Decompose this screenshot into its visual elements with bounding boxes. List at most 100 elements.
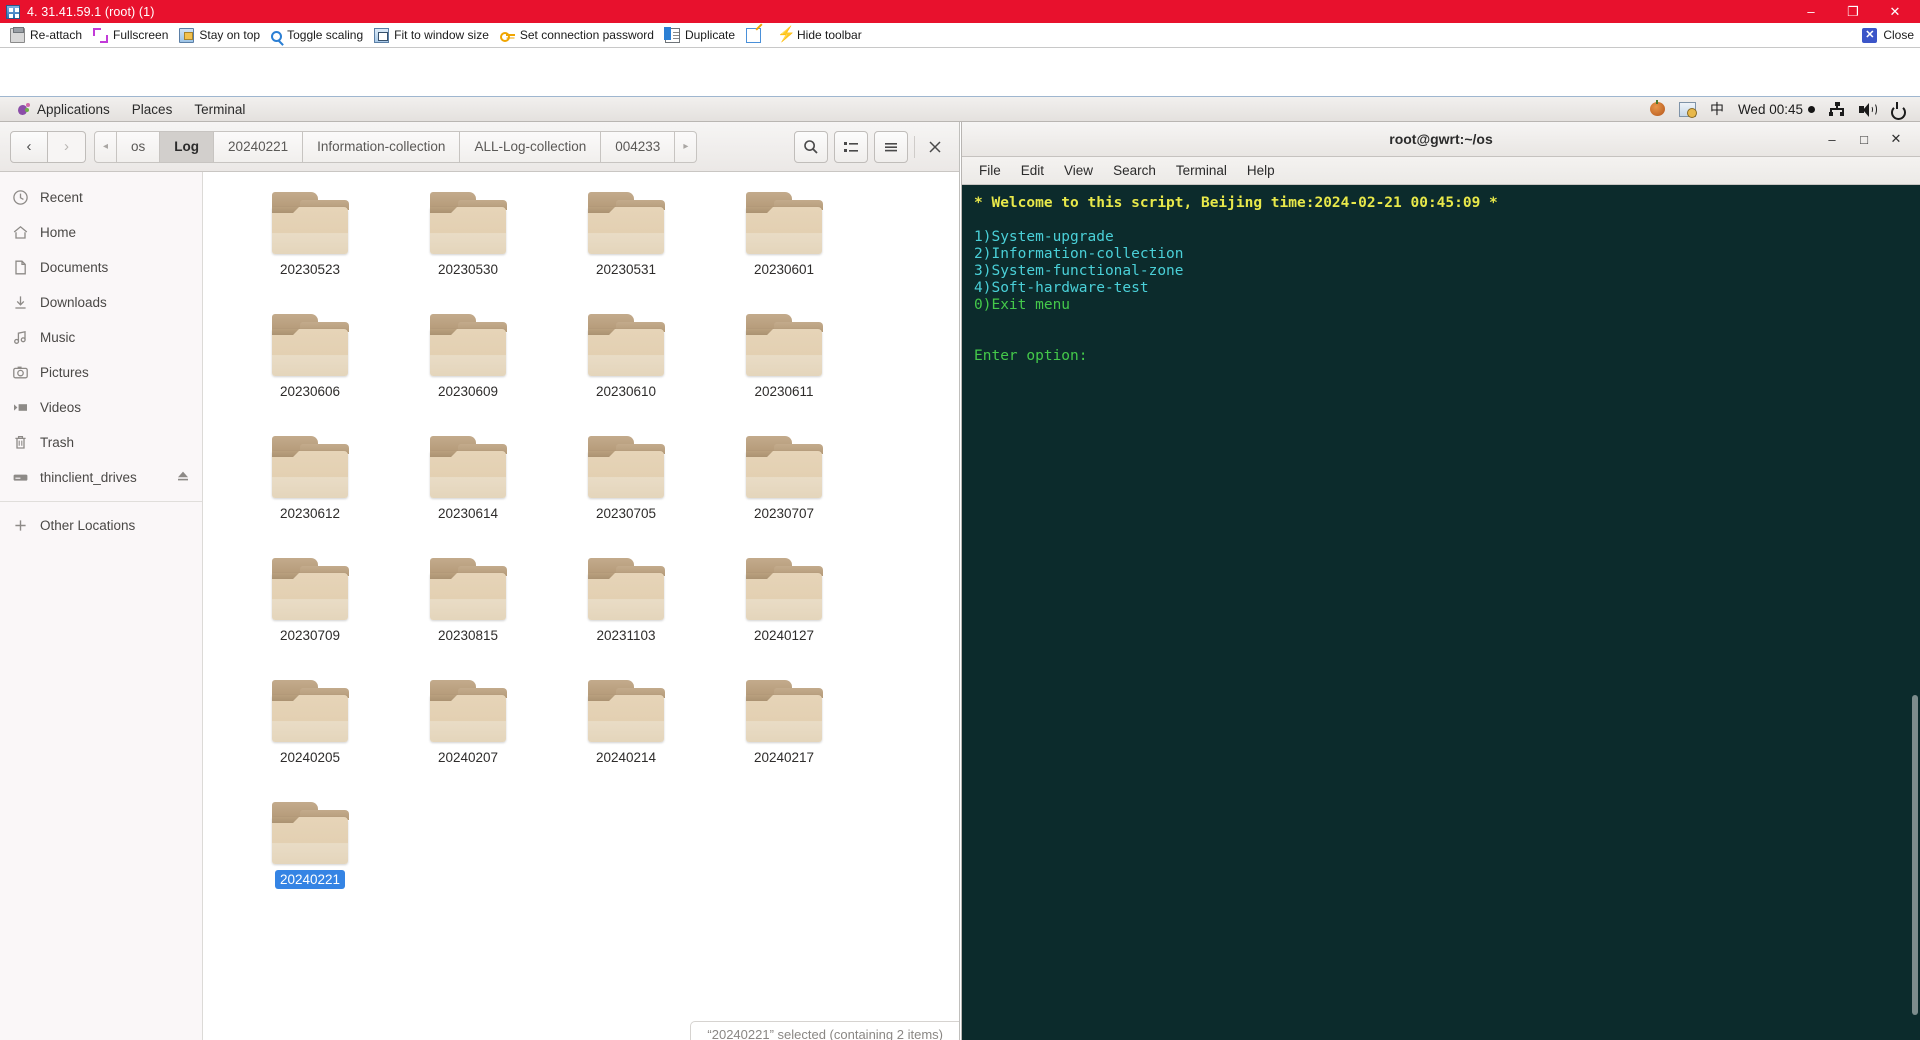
terminal-menu[interactable]: Terminal <box>183 97 256 121</box>
terminal-menu-help[interactable]: Help <box>1238 158 1284 184</box>
sidebar-item-videos[interactable]: Videos <box>0 390 202 425</box>
fullscreen-button[interactable]: Fullscreen <box>91 23 177 48</box>
tray-volume-item[interactable] <box>1852 97 1883 121</box>
terminal-menu-terminal[interactable]: Terminal <box>1167 158 1236 184</box>
folder-item[interactable]: 20230709 <box>231 552 389 672</box>
terminal-line: 0)Exit menu <box>974 296 1071 313</box>
terminal-menu-view[interactable]: View <box>1055 158 1102 184</box>
folder-item[interactable]: 20230531 <box>547 186 705 306</box>
folder-item[interactable]: 20240207 <box>389 674 547 794</box>
sidebar-item-downloads[interactable]: Downloads <box>0 285 202 320</box>
reattach-button[interactable]: Re-attach <box>8 23 91 48</box>
folder-item[interactable]: 20230610 <box>547 308 705 428</box>
folder-label: 20230614 <box>437 506 499 521</box>
terminal-screen[interactable]: * Welcome to this script, Beijing time:2… <box>962 185 1920 1040</box>
folder-item[interactable]: 20230815 <box>389 552 547 672</box>
vnc-maximize-button[interactable]: ❐ <box>1832 0 1874 23</box>
file-manager-headerbar: ‹ › ◂ os Log 20240221 Information-collec… <box>0 122 959 172</box>
fit-to-window-button[interactable]: Fit to window size <box>372 23 498 48</box>
sidebar-item-thinclient-drives[interactable]: thinclient_drives <box>0 460 202 495</box>
folder-item[interactable]: 20240217 <box>705 674 863 794</box>
breadcrumb-next-button[interactable]: ▸ <box>675 130 698 163</box>
folder-label: 20230815 <box>437 628 499 643</box>
terminal-line: 4)Soft-hardware-test <box>974 279 1149 296</box>
terminal-menu-search[interactable]: Search <box>1104 158 1165 184</box>
breadcrumb-item-information-collection[interactable]: Information-collection <box>303 130 461 163</box>
folder-item[interactable]: 20230609 <box>389 308 547 428</box>
folder-item[interactable]: 20240127 <box>705 552 863 672</box>
folder-label: 20231103 <box>596 628 656 643</box>
breadcrumb-item-20240221[interactable]: 20240221 <box>214 130 304 163</box>
places-menu[interactable]: Places <box>121 97 184 121</box>
folder-item[interactable]: 20230705 <box>547 430 705 550</box>
sidebar-item-trash[interactable]: Trash <box>0 425 202 460</box>
hamburger-icon <box>885 142 897 151</box>
hide-toolbar-button[interactable]: Hide toolbar <box>775 23 871 48</box>
folder-item[interactable]: 20230523 <box>231 186 389 306</box>
folder-item[interactable]: 20230601 <box>705 186 863 306</box>
folder-item[interactable]: 20240214 <box>547 674 705 794</box>
terminal-scrollbar[interactable] <box>1911 185 1920 1040</box>
vnc-minimize-button[interactable]: – <box>1790 0 1832 23</box>
folder-icon <box>745 558 823 620</box>
file-list-area[interactable]: 20230523 20230530 20230531 20230601 20230606… <box>203 172 959 1040</box>
toggle-scaling-button[interactable]: Toggle scaling <box>269 23 372 48</box>
folder-item[interactable]: 20230606 <box>231 308 389 428</box>
gnome-foot-icon <box>17 102 31 116</box>
breadcrumb-item-os[interactable]: os <box>117 130 161 163</box>
places-menu-label: Places <box>131 101 173 117</box>
breadcrumb-overflow-button[interactable]: ◂ <box>94 130 118 163</box>
folder-item[interactable]: 20230614 <box>389 430 547 550</box>
tray-ime-item[interactable] <box>1672 97 1703 121</box>
folder-icon <box>745 436 823 498</box>
folder-item[interactable]: 20230611 <box>705 308 863 428</box>
back-button[interactable]: ‹ <box>10 130 48 163</box>
ime-language-indicator[interactable]: 中 <box>1703 97 1731 121</box>
forward-button[interactable]: › <box>48 130 86 163</box>
terminal-minimize-button[interactable]: – <box>1824 132 1840 147</box>
terminal-maximize-button[interactable]: □ <box>1856 132 1872 147</box>
tray-power-item[interactable] <box>1883 97 1912 121</box>
breadcrumb-item-log[interactable]: Log <box>160 130 215 163</box>
folder-item[interactable]: 20230707 <box>705 430 863 550</box>
eject-icon[interactable] <box>176 469 190 486</box>
applications-menu[interactable]: Applications <box>6 97 121 121</box>
terminal-close-button[interactable]: ✕ <box>1888 131 1904 147</box>
edit-button[interactable] <box>744 23 775 48</box>
view-options-button[interactable] <box>834 130 868 163</box>
clock-icon <box>12 189 29 206</box>
search-button[interactable] <box>794 130 828 163</box>
folder-item[interactable]: 20231103 <box>547 552 705 672</box>
clock[interactable]: Wed 00:45 <box>1731 97 1822 121</box>
sidebar-item-music[interactable]: Music <box>0 320 202 355</box>
sidebar-item-recent[interactable]: Recent <box>0 180 202 215</box>
terminal-window: root@gwrt:~/os – □ ✕ File Edit View Sear… <box>961 122 1920 1040</box>
terminal-menu-file[interactable]: File <box>970 158 1010 184</box>
set-connection-password-button[interactable]: Set connection password <box>498 23 663 48</box>
sidebar-item-home[interactable]: Home <box>0 215 202 250</box>
stay-on-top-button[interactable]: Stay on top <box>177 23 269 48</box>
drive-icon <box>12 469 29 486</box>
sidebar-item-other-locations[interactable]: Other Locations <box>0 508 202 543</box>
tray-network-item[interactable] <box>1822 97 1852 121</box>
terminal-menu-edit[interactable]: Edit <box>1012 158 1053 184</box>
fit-window-icon <box>374 27 390 43</box>
breadcrumb-item-all-log-collection[interactable]: ALL-Log-collection <box>460 130 602 163</box>
folder-item[interactable]: 20230530 <box>389 186 547 306</box>
vnc-close-group[interactable]: ✕ Close <box>1862 27 1914 43</box>
vnc-toolbar: Re-attach Fullscreen Stay on top Toggle … <box>0 23 1920 48</box>
folder-icon <box>745 192 823 254</box>
breadcrumb-item-004233[interactable]: 004233 <box>601 130 676 163</box>
sidebar-item-documents[interactable]: Documents <box>0 250 202 285</box>
folder-item[interactable]: 20240205 <box>231 674 389 794</box>
tray-pumpkin-item[interactable] <box>1643 97 1672 121</box>
duplicate-button[interactable]: Duplicate <box>663 23 744 48</box>
hamburger-menu-button[interactable] <box>874 130 908 163</box>
close-window-button[interactable] <box>921 131 949 163</box>
folder-item[interactable]: 20240221 <box>231 796 389 916</box>
scrollbar-thumb[interactable] <box>1912 695 1918 1015</box>
vnc-close-button[interactable]: ✕ <box>1874 0 1916 23</box>
sidebar-item-pictures[interactable]: Pictures <box>0 355 202 390</box>
folder-item[interactable]: 20230612 <box>231 430 389 550</box>
